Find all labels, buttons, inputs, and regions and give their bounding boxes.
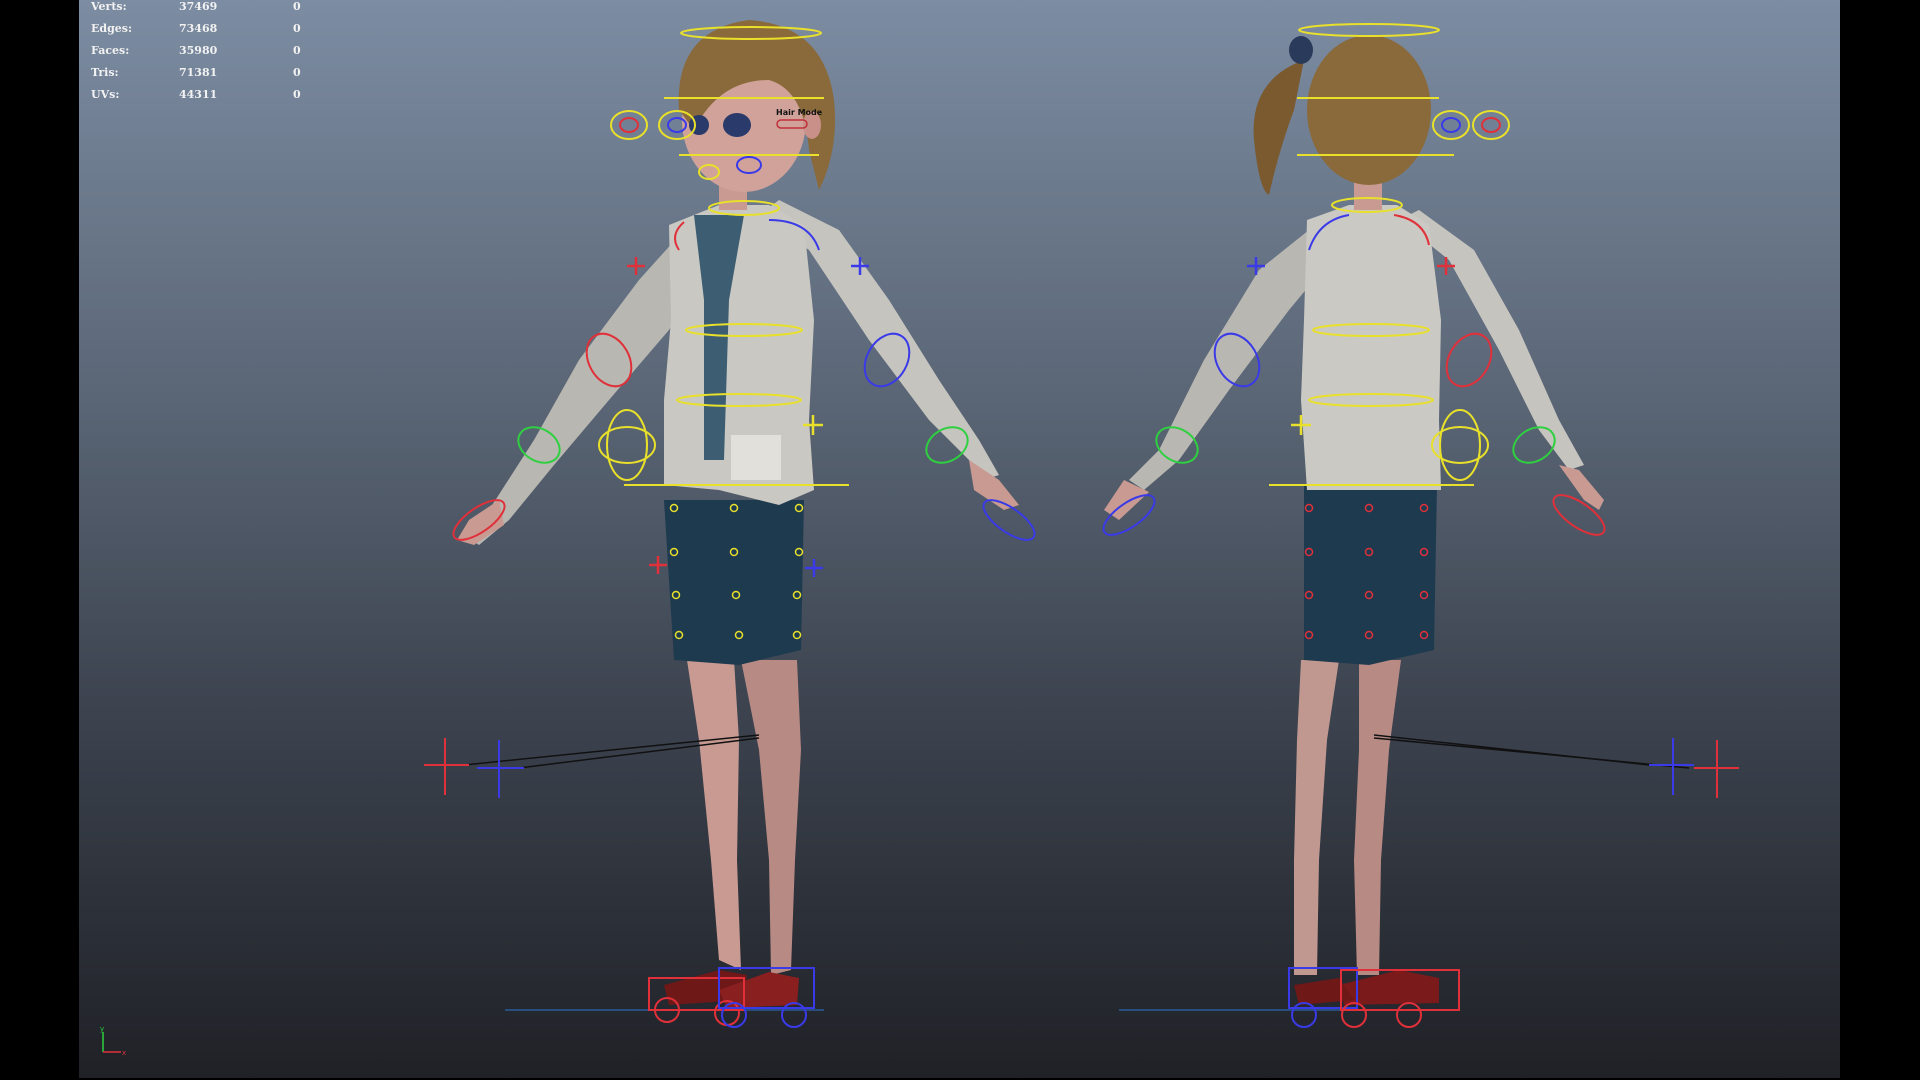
arm-right-side <box>464 230 694 545</box>
ponytail <box>1253 60 1304 195</box>
axis-gizmo: y x <box>100 1025 126 1057</box>
hand-control[interactable] <box>1548 488 1611 542</box>
eye-aim-control[interactable] <box>1432 110 1470 140</box>
shoulder-fk-control[interactable] <box>627 257 645 275</box>
skirt <box>664 500 804 665</box>
torso-ik-control[interactable] <box>1439 409 1481 481</box>
right-leg <box>1354 660 1401 975</box>
eye <box>723 113 751 137</box>
hair-tie <box>1289 36 1313 64</box>
hair-back <box>1307 35 1431 185</box>
leg-fk-control[interactable] <box>805 559 823 577</box>
eye-control[interactable] <box>1481 117 1501 133</box>
hand <box>457 500 504 545</box>
eye-control[interactable] <box>619 117 639 133</box>
eye-aim-control[interactable] <box>610 110 648 140</box>
arm <box>1129 230 1314 490</box>
jacket-pocket <box>731 435 781 480</box>
eye-aim-control[interactable] <box>1472 110 1510 140</box>
3d-viewport[interactable]: Verts: 37469 0 Edges: 73468 0 Faces: 359… <box>79 0 1840 1078</box>
character-front-view[interactable] <box>424 20 1040 1028</box>
torso-ik-control[interactable] <box>606 409 648 481</box>
eye-control[interactable] <box>1441 117 1461 133</box>
character-rig-scene <box>424 20 1739 1028</box>
y-axis-label: y <box>100 1025 104 1033</box>
hair-mode-label: Hair Mode <box>776 108 823 117</box>
left-leg <box>1294 660 1339 975</box>
leg-fk-control[interactable] <box>649 556 667 574</box>
knee-pole-vector-controls[interactable] <box>1373 734 1739 798</box>
x-axis-label: x <box>122 1049 126 1057</box>
character-back-view[interactable] <box>1098 23 1739 1028</box>
elbow-control[interactable] <box>1438 326 1501 394</box>
left-leg <box>687 660 741 970</box>
jacket <box>1301 205 1441 490</box>
head-top-control[interactable] <box>1298 23 1440 37</box>
right-leg <box>741 660 801 975</box>
shoe <box>1339 970 1439 1005</box>
